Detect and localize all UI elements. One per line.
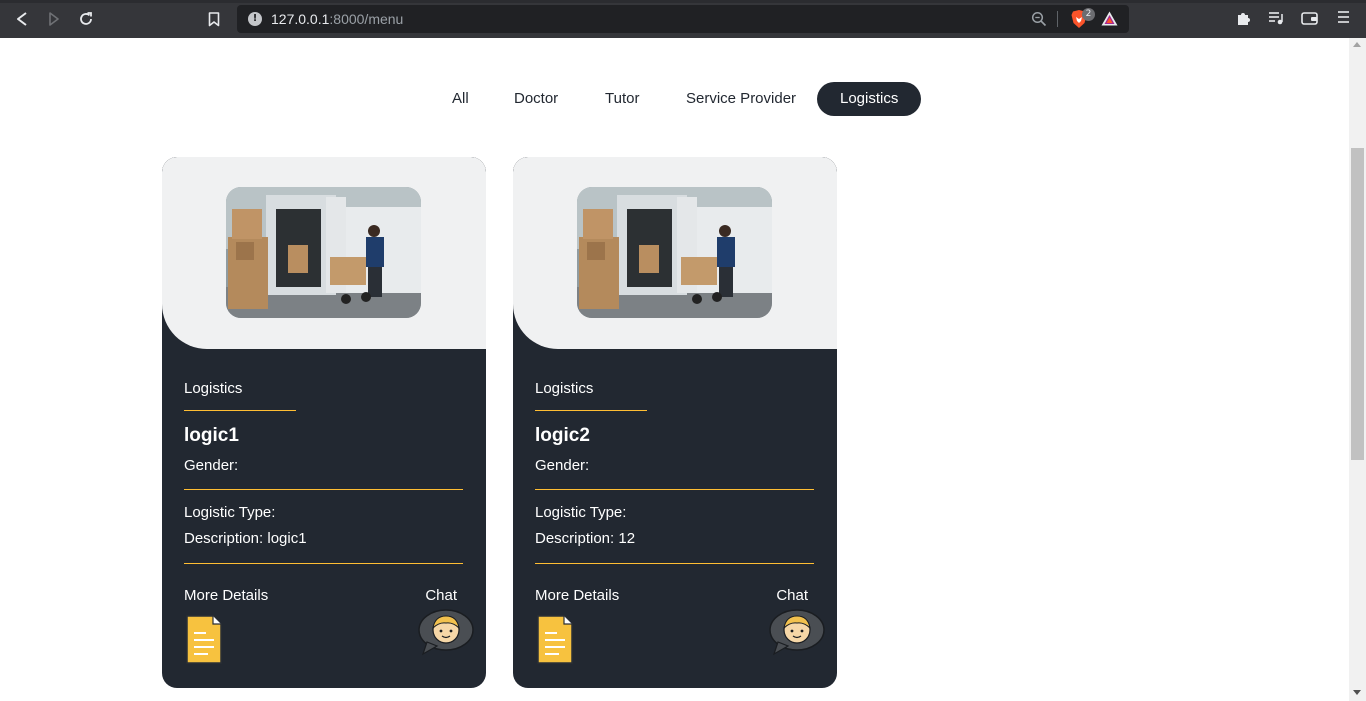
logistic-type-text: Logistic Type:	[535, 504, 627, 521]
provider-name: logic2	[535, 425, 590, 446]
info-icon[interactable]: !	[248, 12, 262, 26]
back-icon	[17, 12, 27, 26]
shields-count-badge: 2	[1082, 8, 1095, 21]
gender-text: Gender:	[184, 457, 239, 474]
category-divider	[184, 410, 296, 411]
address-bar[interactable]: ! 127.0.0.1:8000/menu 2	[237, 5, 1129, 33]
url-host: 127.0.0.1	[271, 11, 330, 27]
menu-button[interactable]	[1337, 10, 1350, 29]
chat-avatar-icon[interactable]	[417, 608, 474, 656]
filter-all[interactable]: All	[429, 82, 492, 116]
provider-card: Logistics logic1 Gender: Logistic Type: …	[162, 157, 486, 688]
chat-link[interactable]: Chat	[776, 587, 808, 604]
bookmark-button[interactable]	[203, 9, 225, 29]
divider	[184, 489, 463, 490]
browser-toolbar: ! 127.0.0.1:8000/menu 2	[0, 0, 1366, 38]
forward-button[interactable]	[43, 9, 65, 29]
provider-card: Logistics logic2 Gender: Logistic Type: …	[513, 157, 837, 688]
omnibox-separator	[1057, 11, 1058, 27]
forward-icon	[49, 12, 59, 26]
tab-strip	[0, 0, 1366, 3]
card-category: Logistics	[535, 380, 594, 397]
filter-logistics[interactable]: Logistics	[817, 82, 922, 116]
chat-avatar-icon[interactable]	[768, 608, 825, 656]
vertical-scrollbar[interactable]	[1349, 38, 1366, 701]
filter-doctor[interactable]: Doctor	[491, 82, 581, 116]
document-icon[interactable]	[535, 615, 573, 665]
provider-name: logic1	[184, 425, 239, 446]
scroll-down-arrow-icon[interactable]	[1353, 690, 1361, 695]
card-category: Logistics	[184, 380, 243, 397]
bookmark-icon	[208, 11, 220, 26]
card-image-area	[513, 157, 837, 349]
scrollbar-thumb[interactable]	[1351, 148, 1364, 460]
playlist-button[interactable]	[1268, 10, 1284, 31]
category-divider	[535, 410, 647, 411]
gender-text: Gender:	[535, 457, 590, 474]
divider	[535, 489, 814, 490]
wallet-button[interactable]	[1301, 10, 1318, 31]
reload-button[interactable]	[75, 9, 97, 29]
extensions-button[interactable]	[1236, 10, 1252, 31]
chat-link[interactable]: Chat	[425, 587, 457, 604]
scroll-up-arrow-icon[interactable]	[1353, 42, 1361, 47]
document-icon[interactable]	[184, 615, 222, 665]
filter-service-provider[interactable]: Service Provider	[663, 82, 819, 116]
playlist-icon	[1269, 12, 1283, 25]
hamburger-menu-icon	[1338, 11, 1349, 23]
more-details-link[interactable]: More Details	[184, 587, 268, 604]
filter-tutor[interactable]: Tutor	[582, 82, 662, 116]
description-text: Description: 12	[535, 530, 636, 547]
description-text: Description: logic1	[184, 530, 307, 547]
brave-rewards-icon[interactable]	[1101, 11, 1118, 31]
more-details-link[interactable]: More Details	[535, 587, 619, 604]
zoom-icon[interactable]	[1031, 11, 1047, 32]
page-content: All Doctor Tutor Service Provider Logist…	[0, 38, 1349, 701]
card-image-area	[162, 157, 486, 349]
url-path: :8000/menu	[329, 11, 404, 27]
divider	[184, 563, 463, 564]
delivery-van-photo	[226, 187, 421, 318]
url-text[interactable]: 127.0.0.1:8000/menu	[271, 11, 403, 27]
back-button[interactable]	[11, 9, 33, 29]
delivery-van-photo	[577, 187, 772, 318]
logistic-type-text: Logistic Type:	[184, 504, 276, 521]
wallet-icon	[1301, 12, 1318, 25]
reload-icon	[80, 12, 92, 25]
divider	[535, 563, 814, 564]
category-filter-bar: All Doctor Tutor Service Provider Logist…	[0, 82, 1349, 116]
puzzle-icon	[1238, 13, 1250, 25]
